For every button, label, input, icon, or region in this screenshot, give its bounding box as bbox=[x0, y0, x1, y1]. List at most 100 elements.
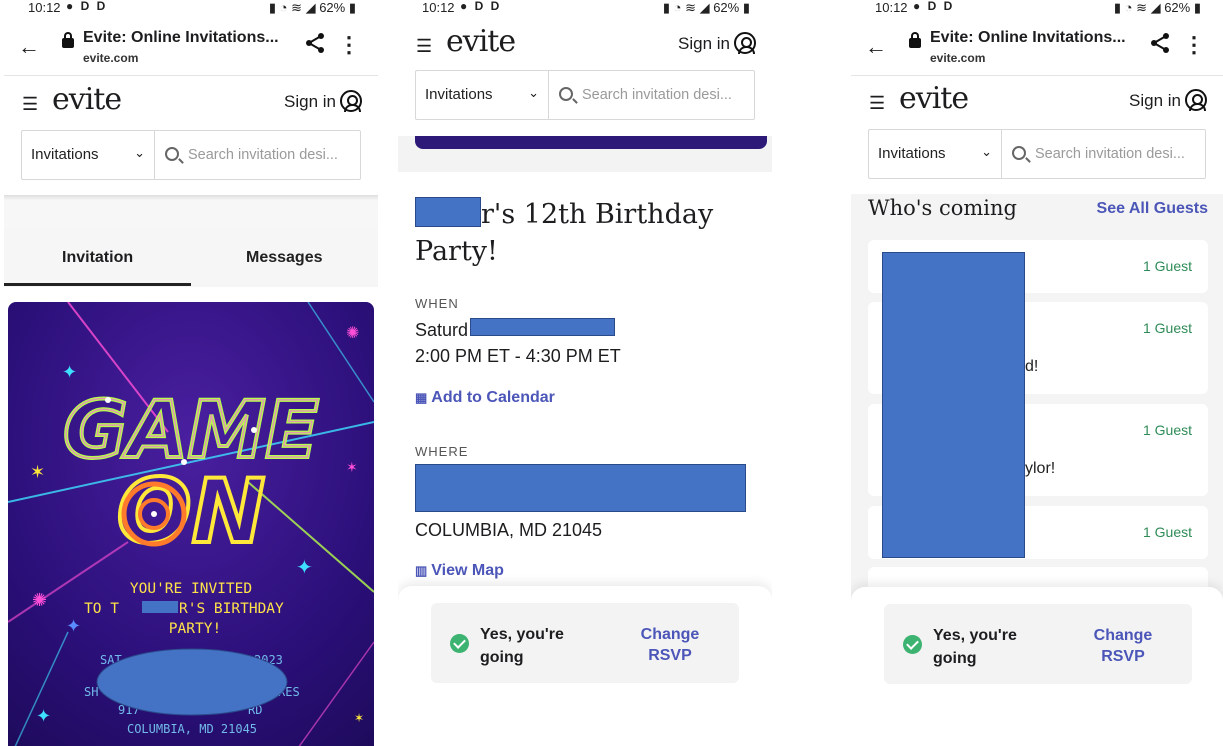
guest-message: d! bbox=[1025, 358, 1039, 375]
page-domain[interactable]: evite.com bbox=[930, 51, 985, 65]
search-input[interactable] bbox=[1035, 142, 1200, 166]
back-arrow-icon[interactable]: ← bbox=[18, 34, 40, 60]
redaction-block bbox=[415, 197, 481, 227]
category-dropdown[interactable]: Invitations ⌄ bbox=[21, 130, 155, 180]
user-account-icon[interactable] bbox=[1185, 89, 1207, 111]
status-right: ▮ ◔ ≋ ◢ 62% ▮ bbox=[1113, 0, 1201, 15]
svg-text:✦: ✦ bbox=[36, 706, 51, 726]
invitation-tabs: Invitation Messages bbox=[4, 229, 378, 287]
venue-fragment-left: SH bbox=[84, 685, 98, 699]
invite-line-1: YOU'RE INVITED bbox=[130, 581, 252, 597]
tab-messages[interactable]: Messages bbox=[246, 249, 323, 267]
svg-text:✦: ✦ bbox=[62, 362, 77, 382]
invite-line-2b: R'S BIRTHDAY bbox=[179, 601, 284, 617]
invitation-card[interactable]: GAME GAME ON ✶ ✦ ✺ ✶ ✦ ✺ ✦ ✦ ✶ YOU'RE IN… bbox=[8, 302, 374, 746]
status-right: ▮ ◔ ≋ ◢ 62% ▮ bbox=[662, 0, 750, 15]
redaction-block bbox=[415, 464, 746, 512]
calendar-icon: ▦ bbox=[415, 390, 428, 405]
tab-invitation[interactable]: Invitation bbox=[62, 249, 133, 267]
page-domain[interactable]: evite.com bbox=[83, 51, 138, 65]
screen-invitation: 10:12 ● D D ▮ ◔ ≋ ◢ 62% ▮ ← Evite: Onlin… bbox=[4, 0, 378, 746]
browser-toolbar: ← Evite: Online Invitations... evite.com… bbox=[4, 20, 378, 76]
event-title-rest: r's 12th Birthday bbox=[481, 199, 714, 230]
search-icon bbox=[165, 147, 179, 161]
more-menu-icon[interactable]: ⋮ bbox=[1183, 32, 1205, 58]
lock-icon bbox=[62, 32, 74, 48]
search-icon bbox=[1012, 146, 1026, 160]
search-box[interactable] bbox=[154, 130, 361, 180]
check-circle-icon bbox=[903, 635, 922, 654]
status-time: 10:12 bbox=[422, 0, 455, 15]
guest-count: 1 Guest bbox=[1142, 524, 1192, 540]
redaction-oval bbox=[96, 648, 288, 716]
evite-logo[interactable]: evite bbox=[52, 82, 122, 117]
search-row: Invitations ⌄ bbox=[868, 129, 1206, 179]
search-row: Invitations ⌄ bbox=[21, 130, 361, 180]
search-box[interactable] bbox=[1001, 129, 1206, 179]
invite-line-3: PARTY! bbox=[169, 621, 221, 637]
search-box[interactable] bbox=[548, 70, 755, 120]
user-account-icon[interactable] bbox=[734, 32, 756, 54]
chevron-down-icon: ⌄ bbox=[981, 144, 992, 159]
search-icon bbox=[559, 87, 573, 101]
status-time: 10:12 bbox=[875, 0, 908, 15]
redaction-block bbox=[142, 601, 178, 613]
svg-text:✺: ✺ bbox=[346, 325, 359, 342]
event-date: Saturd bbox=[415, 320, 469, 340]
svg-text:✺: ✺ bbox=[32, 590, 47, 610]
hamburger-menu-icon[interactable]: ☰ bbox=[869, 93, 885, 114]
status-bar: 10:12 ● D D ▮ ◔ ≋ ◢ 62% ▮ bbox=[851, 0, 1223, 16]
event-time: 2:00 PM ET - 4:30 PM ET bbox=[415, 346, 621, 366]
page-title: Evite: Online Invitations... bbox=[930, 29, 1126, 46]
rsvp-status-text: Yes, you're going bbox=[933, 627, 1017, 667]
card-city: COLUMBIA, MD 21045 bbox=[127, 722, 257, 736]
site-header: ☰ evite Sign in bbox=[398, 22, 772, 72]
category-dropdown[interactable]: Invitations ⌄ bbox=[868, 129, 1002, 179]
evite-logo[interactable]: evite bbox=[446, 24, 516, 59]
site-header: ☰ evite Sign in bbox=[4, 80, 378, 130]
sign-in-link[interactable]: Sign in bbox=[678, 34, 730, 54]
browser-toolbar: ← Evite: Online Invitations... evite.com… bbox=[851, 20, 1223, 76]
change-rsvp-button[interactable]: Change RSVP bbox=[627, 624, 713, 666]
svg-text:✶: ✶ bbox=[30, 462, 45, 482]
view-map-link[interactable]: ▥ View Map bbox=[415, 562, 504, 580]
svg-text:✦: ✦ bbox=[296, 557, 313, 579]
chevron-down-icon: ⌄ bbox=[134, 145, 145, 160]
event-city: COLUMBIA, MD 21045 bbox=[415, 520, 603, 540]
guest-count: 1 Guest bbox=[1142, 422, 1192, 438]
screen-event-details: 10:12 ● D D ▮ ◔ ≋ ◢ 62% ▮ ☰ evite Sign i… bbox=[398, 0, 772, 746]
battery-level: 62% bbox=[713, 0, 740, 15]
hamburger-menu-icon[interactable]: ☰ bbox=[416, 36, 432, 57]
chevron-down-icon: ⌄ bbox=[528, 85, 539, 100]
svg-text:✶: ✶ bbox=[354, 711, 364, 725]
more-menu-icon[interactable]: ⋮ bbox=[338, 32, 360, 58]
dropdown-value: Invitations bbox=[31, 146, 99, 163]
see-all-guests-link[interactable]: See All Guests bbox=[1097, 200, 1208, 218]
page-title: Evite: Online Invitations... bbox=[83, 29, 279, 46]
sign-in-link[interactable]: Sign in bbox=[284, 92, 336, 112]
invite-line-2a: TO T bbox=[84, 601, 119, 617]
site-header: ☰ evite Sign in bbox=[851, 79, 1223, 129]
invitation-artwork: GAME GAME ON ✶ ✦ ✺ ✶ ✦ ✺ ✦ ✦ ✶ YOU'RE IN… bbox=[8, 302, 374, 746]
evite-logo[interactable]: evite bbox=[899, 81, 969, 116]
sign-in-link[interactable]: Sign in bbox=[1129, 91, 1181, 111]
search-input[interactable] bbox=[188, 143, 353, 167]
back-arrow-icon[interactable]: ← bbox=[865, 34, 887, 60]
add-to-calendar-link[interactable]: ▦ Add to Calendar bbox=[415, 389, 555, 407]
user-account-icon[interactable] bbox=[340, 90, 362, 112]
check-circle-icon bbox=[450, 634, 469, 653]
whos-coming-heading: Who's coming bbox=[868, 196, 1017, 220]
rsvp-panel: Yes, you're going Change RSVP bbox=[851, 587, 1223, 746]
category-dropdown[interactable]: Invitations ⌄ bbox=[415, 70, 549, 120]
guest-count: 1 Guest bbox=[1142, 320, 1192, 336]
share-icon[interactable] bbox=[304, 32, 326, 60]
guest-count: 1 Guest bbox=[1142, 258, 1192, 274]
svg-text:✶: ✶ bbox=[346, 459, 358, 475]
search-input[interactable] bbox=[582, 83, 747, 107]
invitation-card-edge bbox=[415, 136, 767, 149]
hamburger-menu-icon[interactable]: ☰ bbox=[22, 94, 38, 115]
change-rsvp-button[interactable]: Change RSVP bbox=[1080, 625, 1166, 667]
battery-level: 62% bbox=[1164, 0, 1191, 15]
notification-icons: ● D D bbox=[66, 0, 108, 13]
share-icon[interactable] bbox=[1149, 32, 1171, 60]
